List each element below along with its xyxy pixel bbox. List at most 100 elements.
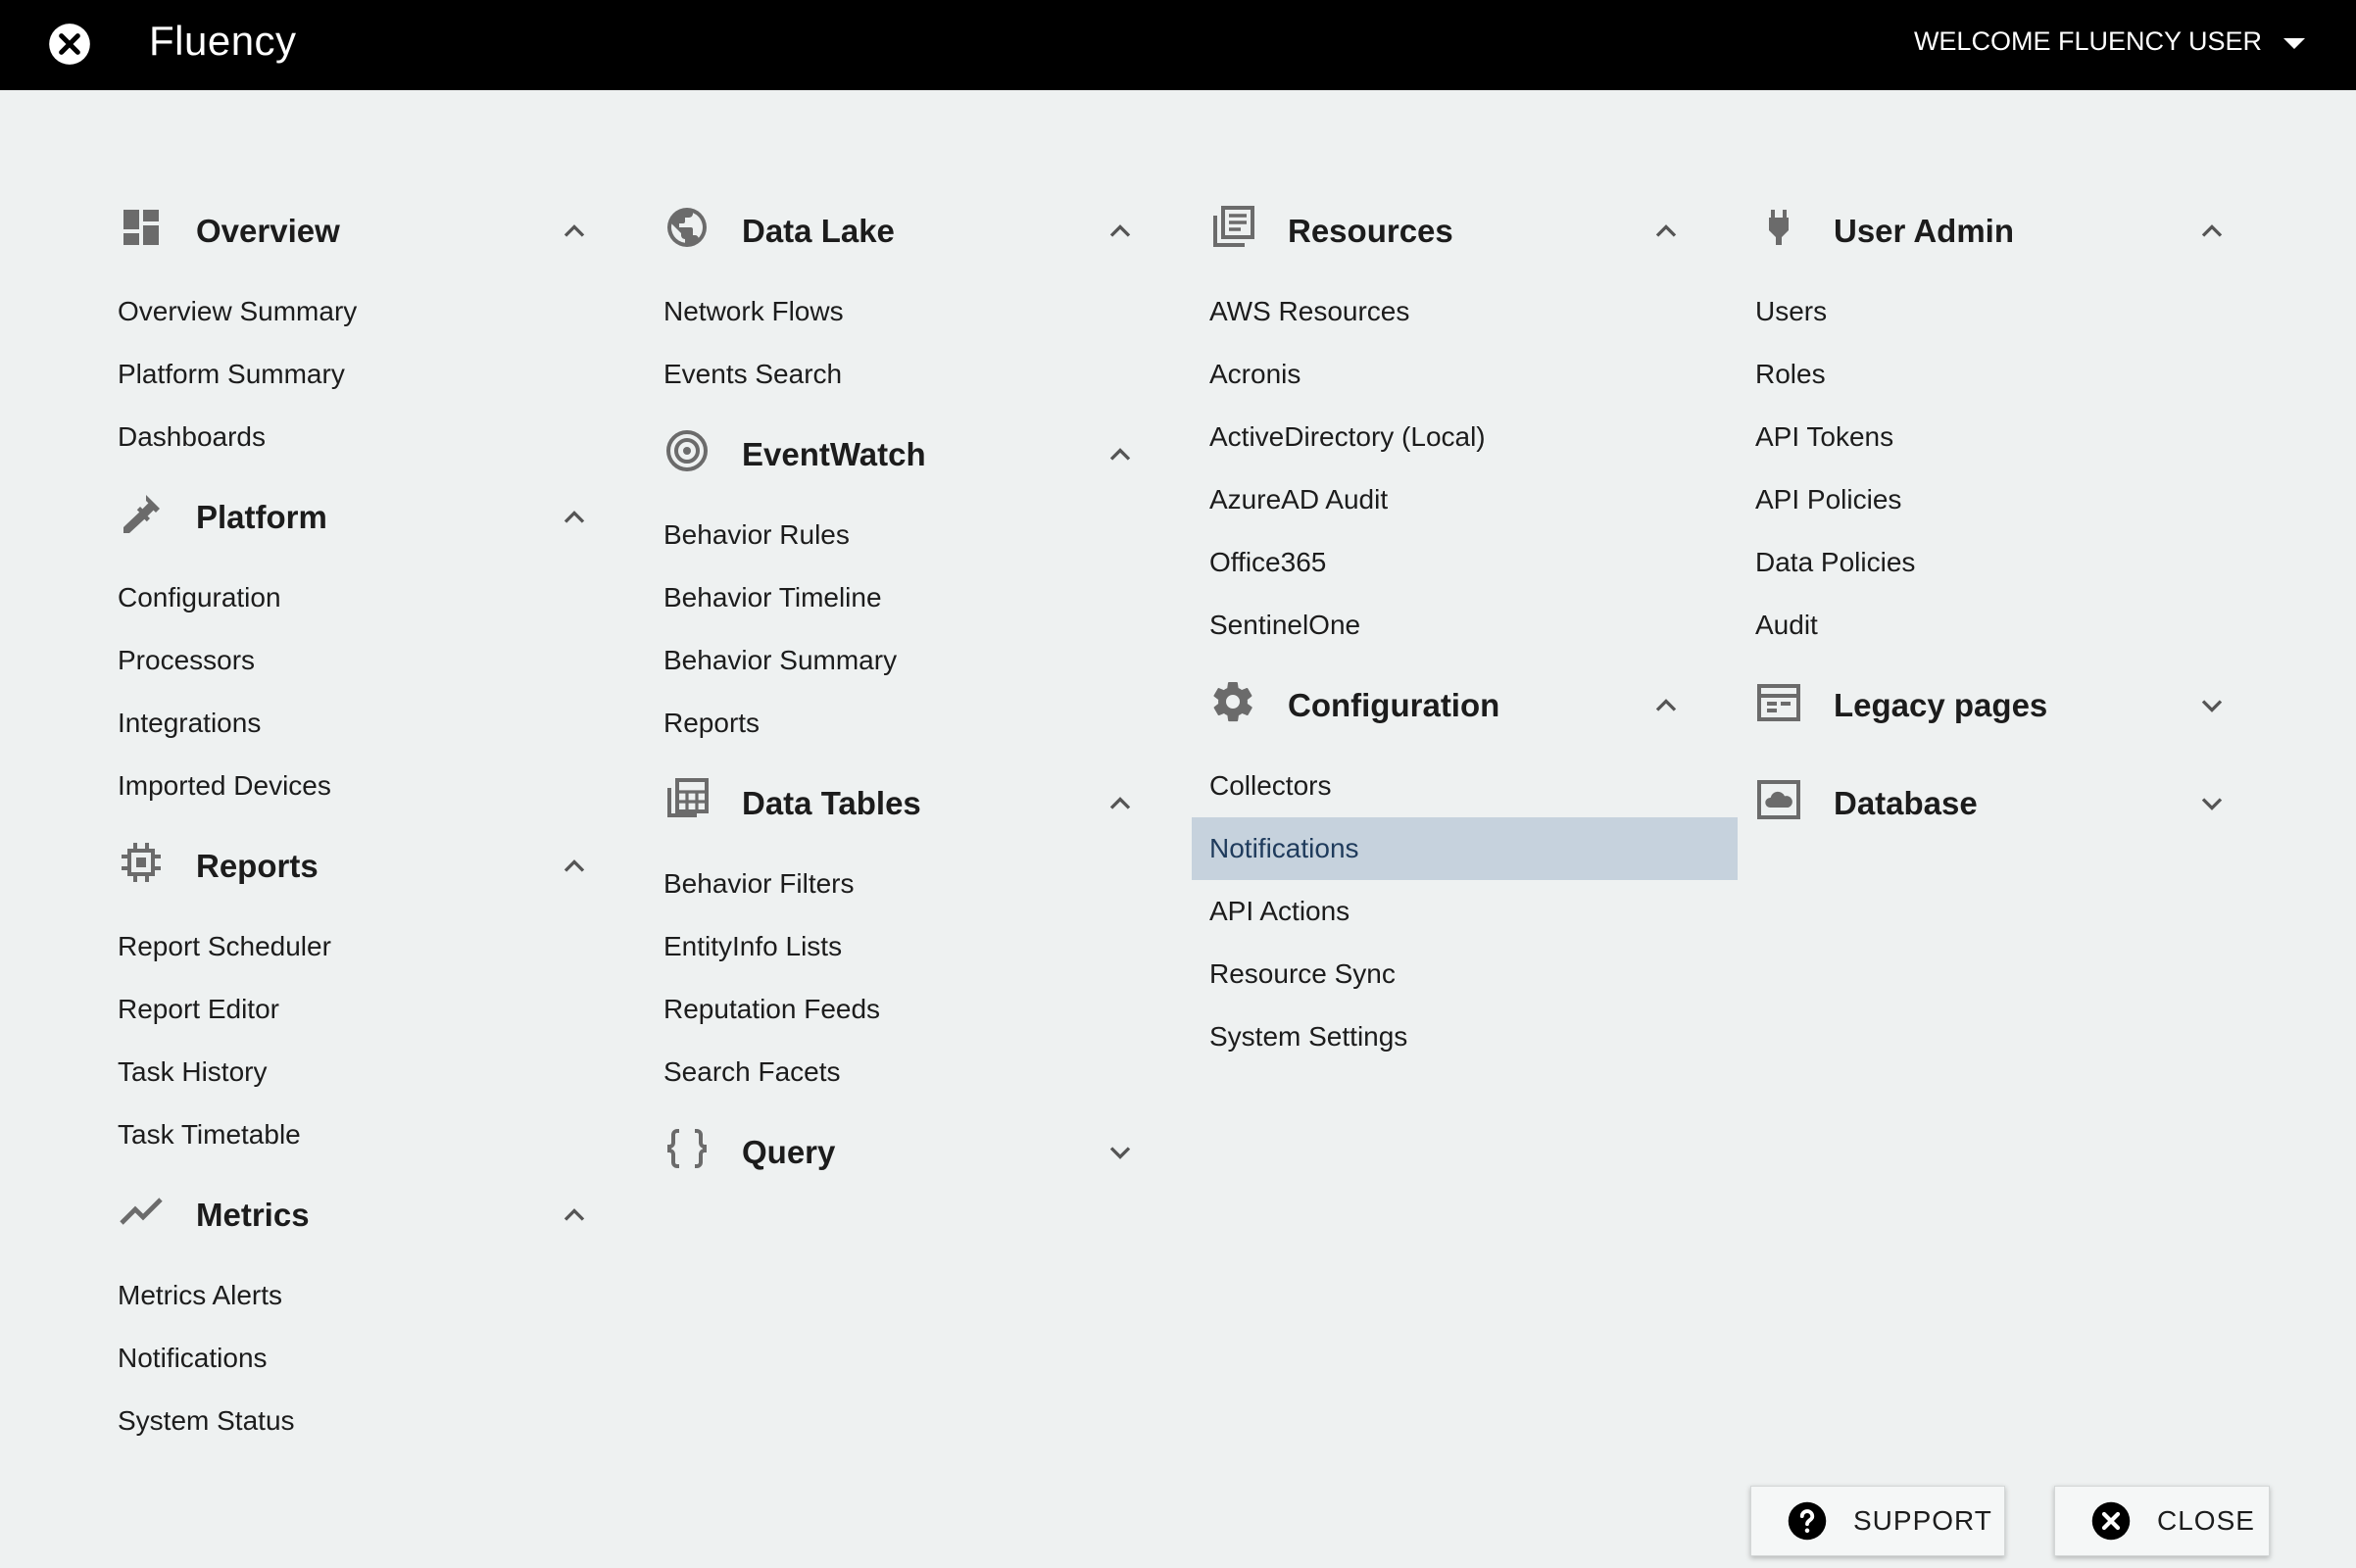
nav-item-processors[interactable]: Processors bbox=[100, 629, 646, 692]
nav-item-configuration[interactable]: Configuration bbox=[100, 566, 646, 629]
section-database[interactable]: Database bbox=[1738, 755, 2283, 853]
section-title: Data Lake bbox=[742, 213, 895, 249]
nav-item-overview-summary[interactable]: Overview Summary bbox=[100, 280, 646, 343]
nav-item-behavior-filters[interactable]: Behavior Filters bbox=[646, 853, 1192, 915]
section-title: Query bbox=[742, 1134, 836, 1170]
close-circle-icon[interactable] bbox=[45, 20, 94, 69]
section-resources[interactable]: Resources bbox=[1192, 182, 1738, 280]
section-title: Reports bbox=[196, 848, 319, 884]
nav-item-office365[interactable]: Office365 bbox=[1192, 531, 1738, 594]
nav-item-api-actions[interactable]: API Actions bbox=[1192, 880, 1738, 943]
nav-item-data-policies[interactable]: Data Policies bbox=[1738, 531, 2283, 594]
chevron-up-icon[interactable] bbox=[2194, 214, 2230, 249]
menu-column-3: Resources AWS Resources Acronis ActiveDi… bbox=[1192, 182, 1738, 1068]
help-circle-icon bbox=[1788, 1501, 1827, 1541]
section-user-admin[interactable]: User Admin bbox=[1738, 182, 2283, 280]
nav-item-report-editor[interactable]: Report Editor bbox=[100, 978, 646, 1041]
nav-item-dashboards[interactable]: Dashboards bbox=[100, 406, 646, 468]
menu-column-2: Data Lake Network Flows Events Search Ev… bbox=[646, 182, 1192, 1201]
section-data-tables[interactable]: Data Tables bbox=[646, 755, 1192, 853]
nav-item-audit[interactable]: Audit bbox=[1738, 594, 2283, 657]
nav-item-task-history[interactable]: Task History bbox=[100, 1041, 646, 1103]
chevron-down-icon[interactable] bbox=[1103, 1135, 1138, 1170]
chevron-up-icon[interactable] bbox=[557, 849, 592, 884]
chevron-down-icon[interactable] bbox=[2194, 786, 2230, 821]
section-title: Metrics bbox=[196, 1197, 310, 1233]
nav-item-integrations[interactable]: Integrations bbox=[100, 692, 646, 755]
section-title: Platform bbox=[196, 499, 327, 535]
nav-item-search-facets[interactable]: Search Facets bbox=[646, 1041, 1192, 1103]
target-icon bbox=[666, 430, 708, 471]
nav-item-notifications-selected[interactable]: Notifications bbox=[1192, 817, 1738, 880]
nav-item-api-tokens[interactable]: API Tokens bbox=[1738, 406, 2283, 468]
section-legacy-pages[interactable]: Legacy pages bbox=[1738, 657, 2283, 755]
nav-item-task-timetable[interactable]: Task Timetable bbox=[100, 1103, 646, 1166]
chevron-up-icon[interactable] bbox=[557, 214, 592, 249]
user-menu[interactable]: WELCOME FLUENCY USER bbox=[1914, 0, 2305, 82]
chip-icon bbox=[122, 843, 161, 882]
nav-item-reports[interactable]: Reports bbox=[646, 692, 1192, 755]
section-data-lake[interactable]: Data Lake bbox=[646, 182, 1192, 280]
nav-item-metrics-alerts[interactable]: Metrics Alerts bbox=[100, 1264, 646, 1327]
nav-item-events-search[interactable]: Events Search bbox=[646, 343, 1192, 406]
trend-icon bbox=[120, 1198, 163, 1225]
chevron-up-icon[interactable] bbox=[1648, 688, 1684, 723]
menu-column-1: Overview Overview Summary Platform Summa… bbox=[100, 182, 646, 1452]
nav-item-azuread-audit[interactable]: AzureAD Audit bbox=[1192, 468, 1738, 531]
section-platform[interactable]: Platform bbox=[100, 468, 646, 566]
section-title: User Admin bbox=[1834, 213, 2014, 249]
plug-icon bbox=[1769, 210, 1789, 245]
nav-item-activedirectory-local[interactable]: ActiveDirectory (Local) bbox=[1192, 406, 1738, 468]
section-configuration[interactable]: Configuration bbox=[1192, 657, 1738, 755]
section-title: Configuration bbox=[1288, 687, 1500, 723]
section-eventwatch[interactable]: EventWatch bbox=[646, 406, 1192, 504]
welcome-label: WELCOME FLUENCY USER bbox=[1913, 26, 2262, 56]
section-title: Data Tables bbox=[742, 785, 921, 821]
nav-item-resource-sync[interactable]: Resource Sync bbox=[1192, 943, 1738, 1005]
nav-item-entityinfo-lists[interactable]: EntityInfo Lists bbox=[646, 915, 1192, 978]
nav-item-behavior-rules[interactable]: Behavior Rules bbox=[646, 504, 1192, 566]
nav-item-api-policies[interactable]: API Policies bbox=[1738, 468, 2283, 531]
section-reports[interactable]: Reports bbox=[100, 817, 646, 915]
nav-item-users[interactable]: Users bbox=[1738, 280, 2283, 343]
menu-column-4: User Admin Users Roles API Tokens API Po… bbox=[1738, 182, 2283, 853]
nav-item-roles[interactable]: Roles bbox=[1738, 343, 2283, 406]
chevron-up-icon[interactable] bbox=[1103, 214, 1138, 249]
section-metrics[interactable]: Metrics bbox=[100, 1166, 646, 1264]
nav-item-reputation-feeds[interactable]: Reputation Feeds bbox=[646, 978, 1192, 1041]
close-label: CLOSE bbox=[2157, 1505, 2255, 1536]
nav-item-system-status[interactable]: System Status bbox=[100, 1390, 646, 1452]
nav-item-platform-summary[interactable]: Platform Summary bbox=[100, 343, 646, 406]
caret-down-icon bbox=[2283, 37, 2305, 49]
section-overview[interactable]: Overview bbox=[100, 182, 646, 280]
nav-item-behavior-summary[interactable]: Behavior Summary bbox=[646, 629, 1192, 692]
globe-icon bbox=[667, 208, 707, 247]
section-query[interactable]: Query bbox=[646, 1103, 1192, 1201]
nav-item-behavior-timeline[interactable]: Behavior Timeline bbox=[646, 566, 1192, 629]
braces-icon bbox=[667, 1129, 707, 1168]
chevron-up-icon[interactable] bbox=[557, 1198, 592, 1233]
close-button[interactable]: CLOSE bbox=[2054, 1486, 2270, 1556]
chevron-up-icon[interactable] bbox=[1103, 437, 1138, 472]
section-title: EventWatch bbox=[742, 436, 926, 472]
app-title: Fluency bbox=[149, 18, 297, 64]
section-title: Database bbox=[1834, 785, 1978, 821]
chevron-up-icon[interactable] bbox=[557, 500, 592, 535]
nav-item-acronis[interactable]: Acronis bbox=[1192, 343, 1738, 406]
nav-item-network-flows[interactable]: Network Flows bbox=[646, 280, 1192, 343]
nav-item-collectors[interactable]: Collectors bbox=[1192, 755, 1738, 817]
dashboard-icon bbox=[123, 210, 159, 245]
support-button[interactable]: SUPPORT bbox=[1750, 1486, 2005, 1556]
cloud-box-icon bbox=[1757, 780, 1800, 819]
nav-item-aws-resources[interactable]: AWS Resources bbox=[1192, 280, 1738, 343]
support-label: SUPPORT bbox=[1853, 1505, 1992, 1536]
nav-item-imported-devices[interactable]: Imported Devices bbox=[100, 755, 646, 817]
nav-item-report-scheduler[interactable]: Report Scheduler bbox=[100, 915, 646, 978]
chevron-up-icon[interactable] bbox=[1648, 214, 1684, 249]
nav-item-notifications[interactable]: Notifications bbox=[100, 1327, 646, 1390]
nav-item-sentinelone[interactable]: SentinelOne bbox=[1192, 594, 1738, 657]
close-circle-icon bbox=[2091, 1501, 2131, 1541]
nav-item-system-settings[interactable]: System Settings bbox=[1192, 1005, 1738, 1068]
chevron-down-icon[interactable] bbox=[2194, 688, 2230, 723]
chevron-up-icon[interactable] bbox=[1103, 786, 1138, 821]
